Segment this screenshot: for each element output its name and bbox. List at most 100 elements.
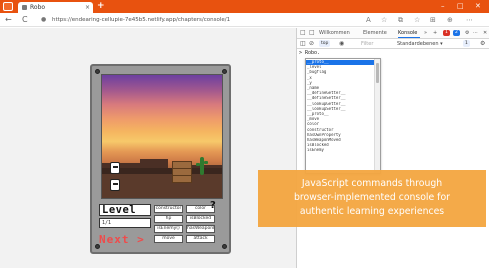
scrollbar-thumb[interactable] <box>376 63 379 83</box>
browser-menu-more-icon[interactable]: ⋯ <box>466 15 473 25</box>
tab-title: Robo <box>30 4 46 11</box>
clear-console-icon[interactable]: ⊘ <box>309 40 314 48</box>
split-screen-icon[interactable]: ⧉ <box>398 15 403 25</box>
back-icon[interactable]: ← <box>5 15 12 24</box>
autocomplete-item[interactable]: __lookupGetter__ <box>306 102 374 107</box>
caption-line: browser-implemented console for <box>294 192 450 203</box>
error-count-badge[interactable]: 1 <box>443 30 450 36</box>
command-button-hp[interactable]: hp <box>154 215 183 223</box>
command-button-attack[interactable]: attack <box>186 235 215 243</box>
autocomplete-item[interactable]: __lookupSetter__ <box>306 107 374 112</box>
minimize-icon[interactable]: – <box>441 1 445 11</box>
caption-banner: JavaScript commands through browser-impl… <box>258 170 486 227</box>
ground <box>102 174 222 198</box>
device-toolbar-icon[interactable]: □ <box>309 29 315 37</box>
caption-line: authentic learning experiences <box>299 206 445 217</box>
console-toolbar: ◫ ⊘ top ◉ Filter Standardebenen ▾ 1 ⚙ <box>297 39 489 49</box>
eye-icon[interactable]: ◉ <box>339 40 344 48</box>
warning-count-badge[interactable]: 2 <box>453 30 460 36</box>
browser-tab[interactable]: Robo × <box>18 2 93 13</box>
robot-sprite <box>110 179 120 191</box>
window-close-icon[interactable]: ✕ <box>475 1 481 11</box>
autocomplete-item[interactable]: _y <box>306 81 374 86</box>
autocomplete-item[interactable]: __proto__ <box>306 60 374 65</box>
level-label: Level <box>102 204 137 216</box>
tab-console[interactable]: Konsole <box>398 29 417 37</box>
autocomplete-list: __proto__ _level _bugflag _x _y _name __define… <box>305 58 381 174</box>
autocomplete-item[interactable]: hasOwnProperty <box>306 133 374 138</box>
favorites-bar-icon[interactable]: ☆ <box>414 15 420 25</box>
active-tab-indicator <box>398 37 420 38</box>
reload-icon[interactable]: C <box>22 15 28 24</box>
autocomplete-item[interactable]: constructor <box>306 128 374 133</box>
devtools-tab-bar: □ □ Willkommen Elemente Konsole » + 1 2 … <box>297 28 489 39</box>
caption-line: JavaScript commands through <box>301 178 443 189</box>
autocomplete-item[interactable]: __proto__ <box>306 112 374 117</box>
autocomplete-item[interactable]: _move <box>306 117 374 122</box>
issues-badge[interactable]: 1 <box>463 40 470 47</box>
console-filter-input[interactable]: Filter <box>361 41 373 47</box>
console-settings-icon[interactable]: ⚙ <box>480 40 485 48</box>
devtools-close-icon[interactable]: ✕ <box>483 29 487 37</box>
console-prompt[interactable]: > Robo. <box>299 50 320 57</box>
profile-icon[interactable]: ⊕ <box>447 15 453 25</box>
log-levels-dropdown[interactable]: Standardebenen ▾ <box>397 40 443 48</box>
screenshot-root: Robo × + – □ ✕ ← C ● https://endearing-c… <box>0 0 489 268</box>
help-icon[interactable]: ? <box>210 200 216 211</box>
devtools-settings-icon[interactable]: ⚙ <box>465 29 469 37</box>
tab-close-icon[interactable]: × <box>85 3 90 12</box>
autocomplete-scrollbar[interactable] <box>374 59 380 173</box>
level-input[interactable]: 1/1 <box>99 218 151 228</box>
autocomplete-item[interactable]: __defineSetter__ <box>306 96 374 101</box>
cactus-arm <box>196 163 200 166</box>
cactus-sprite <box>200 157 204 175</box>
tab-add[interactable]: + <box>433 29 437 37</box>
game-screen <box>101 74 223 199</box>
browser-menu-icon[interactable] <box>3 2 13 11</box>
url-text: https://endearing-cellupie-7e45b5.netlif… <box>52 17 231 23</box>
autocomplete-item[interactable]: isEnemy <box>306 148 374 153</box>
command-button-hasweaponmoved[interactable]: hasWeaponMoved <box>186 225 215 233</box>
autocomplete-item[interactable]: _name <box>306 86 374 91</box>
autocomplete-item[interactable]: _level <box>306 65 374 70</box>
sidebar-toggle-icon[interactable]: ◫ <box>300 40 306 48</box>
next-button[interactable]: Next > <box>99 233 145 246</box>
command-button-isenemy[interactable]: isEnemy() <box>154 225 183 233</box>
autocomplete-item[interactable]: _bugflag <box>306 70 374 75</box>
command-button-constructor[interactable]: constructor <box>154 205 183 213</box>
read-aloud-icon[interactable]: A <box>366 15 371 25</box>
autocomplete-item[interactable]: hasWeaponMoved <box>306 138 374 143</box>
game-device: Level 1/1 Next > constructor color hp is… <box>90 64 231 254</box>
screw-icon <box>222 244 227 249</box>
crate-sprite <box>172 161 192 183</box>
devtools-more-icon[interactable]: ⋯ <box>473 29 478 37</box>
url-field[interactable]: ● https://endearing-cellupie-7e45b5.netl… <box>38 15 356 25</box>
autocomplete-item[interactable]: color <box>306 122 374 127</box>
crate-plank <box>173 175 191 176</box>
crate-plank <box>173 168 191 169</box>
screw-icon <box>95 69 100 74</box>
maximize-icon[interactable]: □ <box>457 1 464 11</box>
lock-icon: ● <box>41 16 47 23</box>
cactus-arm <box>204 161 208 164</box>
inspect-icon[interactable]: □ <box>300 29 306 37</box>
level-input-value: 1/1 <box>102 220 112 226</box>
autocomplete-item[interactable]: _x <box>306 76 374 81</box>
level-display: Level <box>99 204 151 216</box>
collections-icon[interactable]: ⊞ <box>430 15 436 25</box>
autocomplete-item[interactable]: isBlocked <box>306 143 374 148</box>
robot-sprite <box>110 162 120 174</box>
page-content: Level 1/1 Next > constructor color hp is… <box>0 28 296 268</box>
new-tab-button[interactable]: + <box>97 1 105 11</box>
tab-welcome[interactable]: Willkommen <box>319 29 350 37</box>
favicon-icon <box>22 5 27 10</box>
tab-more[interactable]: » <box>424 29 427 37</box>
command-button-isblocked[interactable]: isBlocked <box>186 215 215 223</box>
tab-elements[interactable]: Elemente <box>363 29 387 37</box>
context-selector[interactable]: top <box>319 40 331 47</box>
address-bar: ← C ● https://endearing-cellupie-7e45b5.… <box>0 13 489 27</box>
command-button-move[interactable]: move <box>154 235 183 243</box>
autocomplete-item[interactable]: __defineGetter__ <box>306 91 374 96</box>
favorite-icon[interactable]: ☆ <box>381 15 387 25</box>
browser-titlebar: Robo × + – □ ✕ <box>0 0 489 13</box>
